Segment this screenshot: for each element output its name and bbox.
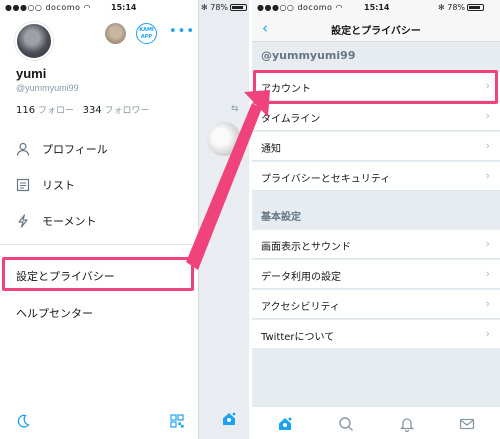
battery-percent: 78% — [210, 3, 229, 12]
menu-item-lists[interactable]: リスト — [16, 175, 75, 195]
app-label: APP — [140, 34, 153, 40]
settings-row-display-sound[interactable]: 画面表示とサウンド › — [252, 230, 500, 259]
secondary-account-avatar[interactable] — [105, 23, 126, 44]
row-label: データ利用の設定 — [261, 272, 341, 283]
messages-envelope-icon[interactable] — [459, 416, 475, 432]
row-label: タイムライン — [261, 114, 321, 125]
row-label: プライバシーとセキュリティ — [261, 174, 391, 185]
row-label: アクセシビリティ — [261, 302, 340, 313]
menu-item-profile[interactable]: プロフィール — [16, 139, 108, 159]
following-label[interactable]: フォロー — [38, 106, 74, 116]
battery-icon — [230, 4, 248, 11]
chevron-right-icon: › — [485, 139, 490, 152]
chevron-right-icon: › — [485, 109, 490, 122]
status-time: 15:14 — [111, 3, 137, 12]
highlight-account-box — [253, 70, 498, 104]
status-time: 15:14 — [364, 3, 390, 12]
battery-percent: 78% — [447, 3, 466, 12]
home-tab-icon[interactable] — [221, 411, 237, 427]
general-header-label: 基本設定 — [261, 212, 301, 223]
side-drawer: ●●●○○ docomo ◠ 15:14 KAMI APP ••• yumi @… — [0, 0, 198, 439]
battery-icon — [467, 4, 485, 11]
settings-row-privacy-security[interactable]: プライバシーとセキュリティ › — [252, 162, 500, 191]
follow-counts: 116 フォロー 334 フォロワー — [16, 103, 150, 116]
qr-code-icon[interactable] — [170, 414, 184, 428]
menu-item-label: モーメント — [42, 215, 97, 228]
followers-count[interactable]: 334 — [83, 105, 102, 116]
profile-avatar[interactable] — [15, 22, 53, 60]
search-icon[interactable] — [338, 416, 354, 432]
followers-label[interactable]: フォロワー — [105, 106, 150, 116]
home-tab-icon[interactable] — [277, 416, 293, 432]
divider — [0, 244, 198, 245]
menu-item-label: プロフィール — [42, 143, 108, 156]
chevron-right-icon: › — [485, 267, 490, 280]
row-label: 通知 — [261, 144, 281, 155]
more-accounts-icon[interactable]: ••• — [169, 25, 195, 38]
settings-row-data-usage[interactable]: データ利用の設定 › — [252, 260, 500, 289]
status-bar: ●●●○○ docomo ◠ 15:14 — [5, 3, 137, 12]
night-mode-moon-icon[interactable] — [16, 414, 30, 428]
retweet-icon: ⇆ — [231, 104, 239, 114]
account-handle: @yummyumi99 — [261, 49, 356, 62]
chevron-right-icon: › — [485, 297, 490, 310]
following-count[interactable]: 116 — [16, 105, 35, 116]
profile-name[interactable]: yumi — [16, 66, 46, 81]
lightning-icon — [16, 214, 30, 228]
bottom-tab-bar — [252, 406, 500, 439]
list-icon — [16, 178, 30, 192]
highlight-settings-box — [2, 257, 194, 291]
kami-app-account-avatar[interactable]: KAMI APP — [136, 23, 157, 44]
right-screen: ●●●○○ docomo ◠ 15:14 ✻ 78% ‹ 設定とプライバシー @… — [252, 0, 500, 439]
chevron-right-icon: › — [485, 169, 490, 182]
carrier-label: docomo — [297, 3, 333, 12]
menu-item-label: リスト — [42, 179, 75, 192]
navigation-bar: ‹ 設定とプライバシー — [252, 16, 500, 42]
settings-row-notifications[interactable]: 通知 › — [252, 132, 500, 161]
settings-row-timeline[interactable]: タイムライン › — [252, 102, 500, 131]
kami-label: KAMI — [139, 27, 154, 33]
menu-item-moments[interactable]: モーメント — [16, 211, 97, 231]
notifications-bell-icon[interactable] — [399, 416, 415, 432]
tweet-author-avatar[interactable] — [207, 122, 241, 156]
status-bar: ●●●○○ docomo ◠ 15:14 ✻ 78% — [252, 0, 500, 16]
settings-row-accessibility[interactable]: アクセシビリティ › — [252, 290, 500, 319]
left-screen: ●●●○○ docomo ◠ 15:14 KAMI APP ••• yumi @… — [0, 0, 249, 439]
row-label: Twitterについて — [261, 332, 335, 343]
profile-handle: @yummyumi99 — [16, 83, 79, 93]
chevron-right-icon: › — [485, 237, 490, 250]
settings-row-about-twitter[interactable]: Twitterについて › — [252, 320, 500, 349]
timeline-peek[interactable]: ✻ 78% ⇆ — [198, 0, 249, 439]
chevron-right-icon: › — [485, 327, 490, 340]
person-icon — [16, 142, 30, 156]
page-title: 設定とプライバシー — [331, 26, 421, 37]
carrier-label: docomo — [45, 3, 81, 12]
row-label: 画面表示とサウンド — [261, 242, 351, 253]
help-center-link[interactable]: ヘルプセンター — [16, 305, 93, 321]
